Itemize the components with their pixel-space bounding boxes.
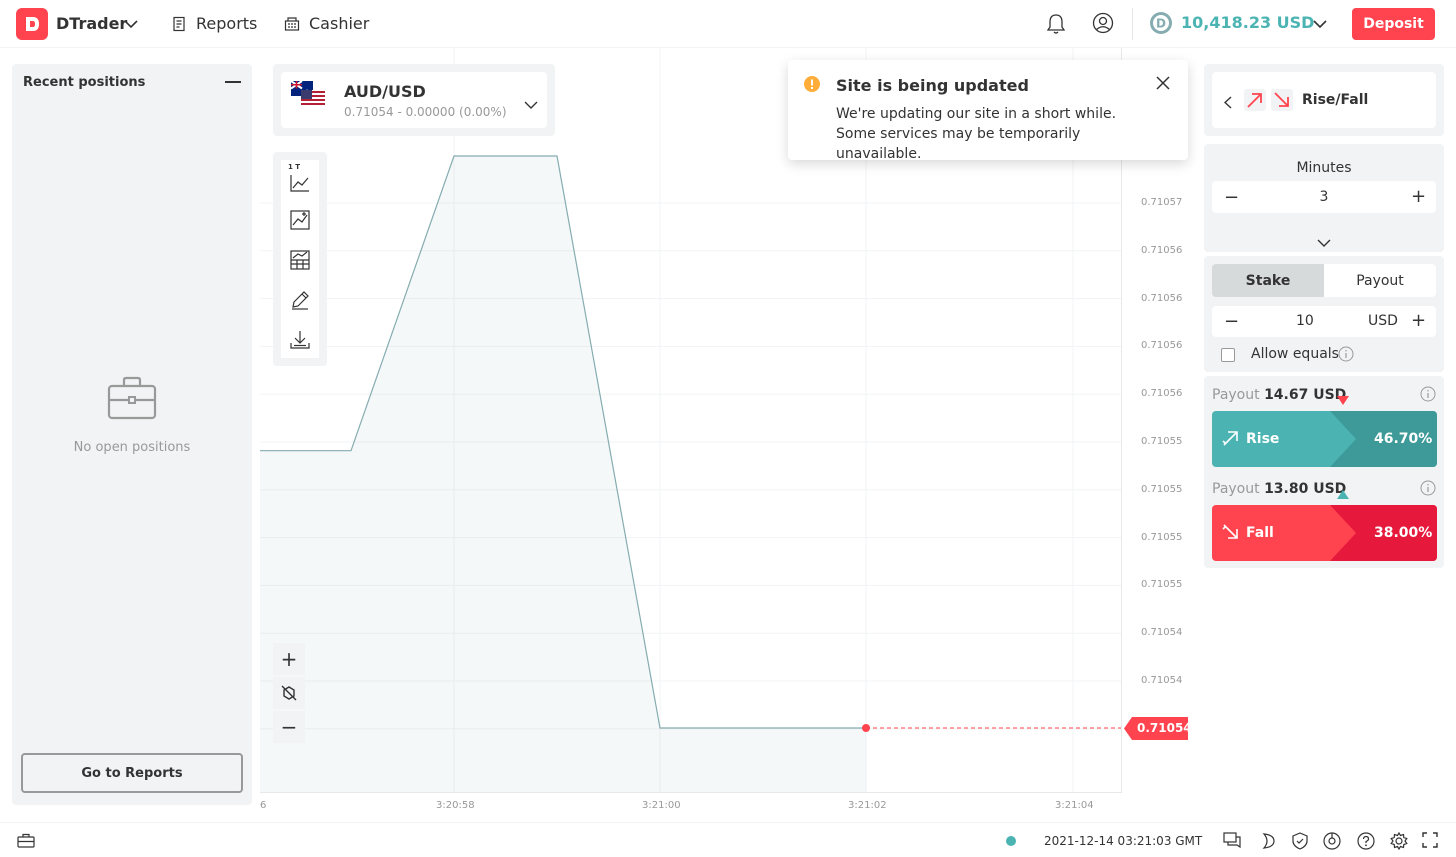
current-price-marker [862,724,870,732]
x-tick-label: 3:21:04 [1055,800,1094,811]
y-tick-label: 0.71055 [1141,483,1183,495]
arrow-down-red-icon [1337,390,1349,409]
fall-button[interactable]: Fall 38.00% [1212,505,1437,561]
amount-box: Stake Payout − 10 USD + Allow equals [1204,256,1444,372]
notification-message: We're updating our site in a short while… [836,106,1117,162]
y-tick-label: 0.71055 [1141,579,1183,591]
templates-icon[interactable] [290,250,310,274]
info-icon[interactable] [1338,346,1354,366]
fullscreen-icon[interactable] [1422,832,1438,852]
current-price-tag: 0.71054 [1124,717,1192,740]
asset-selector[interactable]: AUD/USD 0.71054 - 0.00000 (0.00%) [273,64,555,136]
chart-toolbar: 1 T [273,152,327,366]
duration-box: Minutes − 3 + [1204,144,1444,252]
chart-area-fill [260,156,866,792]
rise-arrow-icon [1244,89,1266,111]
x-tick-label: 3:21:00 [642,800,681,811]
duration-value[interactable]: 3 [1212,189,1436,205]
allow-equals-label[interactable]: Allow equals [1251,346,1339,362]
arrow-up-green-icon [1337,484,1349,503]
contract-type-selector[interactable]: Rise/Fall [1212,72,1436,128]
contract-type-box[interactable]: Rise/Fall [1204,64,1444,136]
y-tick-label: 0.71057 [1141,197,1183,208]
amount-input[interactable]: − 10 USD + [1212,306,1436,337]
fall-percent: 38.00% [1374,525,1433,541]
rise-payout-value: 14.67 USD [1264,387,1347,403]
notification-title: Site is being updated [836,76,1029,95]
minus-icon[interactable]: − [1224,311,1239,332]
duration-unit-label[interactable]: Minutes [1204,160,1444,176]
payout-tab[interactable]: Payout [1324,264,1436,297]
settings-gear-icon[interactable] [1390,831,1408,854]
chevron-down-icon[interactable] [1317,233,1331,252]
amount-value[interactable]: 10 [1296,313,1314,329]
asset-selector-inner[interactable]: AUD/USD 0.71054 - 0.00000 (0.00%) [281,72,547,128]
y-tick-label: 0.71054 [1141,675,1183,686]
footer: 2021-12-14 03:21:03 GMT [0,822,1456,857]
x-tick-label: 3:20:58 [436,800,475,811]
chevron-down-icon[interactable] [524,95,538,114]
platform-icon[interactable] [1323,832,1341,854]
server-time[interactable]: 2021-12-14 03:21:03 GMT [1044,834,1202,848]
fall-arrow-icon [1222,523,1240,545]
site-update-notification: Site is being updated We're updating our… [788,60,1188,162]
drawing-tools-icon[interactable] [290,290,310,314]
zoom-in-icon[interactable]: + [273,643,305,675]
chat-icon[interactable] [1223,832,1241,852]
asset-quote: 0.71054 - 0.00000 (0.00%) [344,105,507,119]
zoom-out-icon[interactable]: − [273,711,305,743]
network-status-icon [1006,836,1016,846]
fall-arrow-icon [1271,89,1293,111]
stake-tab[interactable]: Stake [1212,264,1324,297]
rise-button[interactable]: Rise 46.70% [1212,411,1437,467]
warning-icon [804,76,820,96]
duration-input[interactable]: − 3 + [1212,181,1436,213]
dark-mode-icon[interactable] [1258,832,1276,854]
rise-label: Rise [1246,431,1280,447]
allow-equals-checkbox[interactable] [1221,348,1235,362]
fall-payout: Payout 13.80 USD [1212,480,1346,498]
currency-label: USD [1368,313,1398,329]
interval-label: 1 T [288,163,301,171]
payout-label: Payout [1212,481,1260,497]
y-tick-label: 0.71056 [1141,340,1183,352]
fall-payout-value: 13.80 USD [1264,481,1347,497]
y-tick-label: 0.71054 [1141,627,1183,639]
plus-icon[interactable]: + [1411,186,1426,207]
y-tick-label: 0.71056 [1141,292,1183,304]
rise-arrow-icon [1222,429,1240,451]
chart-toolbar-inner: 1 T [281,160,319,358]
axis-divider [260,792,1122,793]
aud-usd-flag-icon [290,80,325,111]
chevron-left-icon[interactable] [1223,94,1232,113]
asset-name: AUD/USD [344,82,426,101]
close-icon[interactable] [1156,75,1170,94]
y-tick-label: 0.71056 [1141,244,1183,256]
current-price-label: 0.71054 [1137,721,1192,735]
x-tick-label: 3:21:02 [848,800,887,811]
y-tick-label: 0.71055 [1141,436,1183,447]
payout-label: Payout [1212,387,1260,403]
chart-type-icon[interactable] [290,174,310,196]
indicators-icon[interactable] [290,210,310,234]
y-tick-label: 0.71056 [1141,388,1183,400]
rise-payout: Payout 14.67 USD [1212,386,1346,404]
responsible-trading-icon[interactable] [1291,832,1309,854]
plus-icon[interactable]: + [1411,310,1426,331]
info-icon[interactable] [1420,480,1436,500]
contract-type-label: Rise/Fall [1302,92,1369,108]
positions-toggle-icon[interactable] [17,833,35,852]
help-icon[interactable] [1357,832,1375,854]
download-icon[interactable] [290,330,310,354]
y-tick-label: 0.71055 [1141,531,1183,543]
info-icon[interactable] [1420,386,1436,406]
x-tick-label: 6 [260,800,267,811]
reset-zoom-icon[interactable] [273,677,305,709]
rise-percent: 46.70% [1374,431,1433,447]
fall-label: Fall [1246,525,1274,541]
